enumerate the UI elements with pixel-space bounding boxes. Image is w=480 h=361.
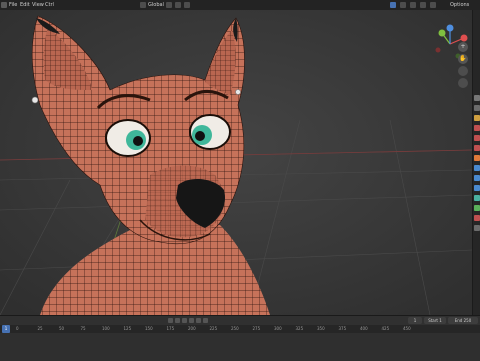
tool-tab-icon[interactable] [474,95,480,101]
ruler-tick-label: 200 [188,326,196,331]
menu-view[interactable]: View [32,0,44,10]
ruler-tick-label: 325 [295,326,304,331]
play-reverse-icon[interactable] [182,318,187,323]
3d-viewport[interactable]: + ✋ [0,10,472,315]
right-earring [235,89,241,95]
ruler-tick-label: 350 [317,326,325,331]
ruler-tick-label: 25 [37,326,43,331]
constraints-tab-icon[interactable] [474,195,480,201]
left-pupil [133,136,143,146]
prev-keyframe-icon[interactable] [175,318,180,323]
proportional-edit-icon[interactable] [184,2,190,8]
render-tab-icon[interactable] [474,105,480,111]
start-value: 1 [439,318,442,323]
data-tab-icon[interactable] [474,205,480,211]
shading-material-icon[interactable] [420,2,426,8]
gizmo-y-icon[interactable] [438,29,446,37]
ruler-tick-label: 275 [252,326,261,331]
current-frame-field[interactable]: 1 [408,317,422,324]
playhead[interactable]: 1 [2,325,10,333]
jump-end-icon[interactable] [203,318,208,323]
physics-tab-icon[interactable] [474,185,480,191]
object-tab-icon[interactable] [474,155,480,161]
ruler-tick-label: 75 [80,326,86,331]
ruler-tick-label: 0 [16,326,19,331]
ruler-tick-label: 250 [231,326,239,331]
timeline-editor: 1 Start 1 End 250 0 25 50 75 100 125 150 175 200… [0,315,480,361]
camera-view-icon[interactable] [458,66,468,76]
jump-start-icon[interactable] [168,318,173,323]
scene-render [0,10,472,315]
shading-rendered-icon[interactable] [430,2,436,8]
texture-tab-icon[interactable] [474,225,480,231]
view-layer-tab-icon[interactable] [474,125,480,131]
zoom-icon[interactable]: + [458,42,468,52]
end-value: 250 [463,318,472,323]
modifier-tab-icon[interactable] [474,165,480,171]
ruler-tick-label: 125 [123,326,132,331]
ruler-tick-label: 150 [145,326,153,331]
frame-ruler[interactable]: 0 25 50 75 100 125 150 175 200 225 250 275 300 325 350… [0,325,480,333]
transform-orientation-dropdown[interactable]: Global [148,0,164,10]
xray-icon[interactable] [400,2,406,8]
end-label: End [454,318,463,323]
overlay-icon[interactable] [390,2,396,8]
menu-edit[interactable]: Edit [20,0,30,10]
properties-tabs [472,10,480,315]
options-dropdown[interactable]: Options [450,0,469,10]
gizmo-z-icon[interactable] [446,24,454,32]
ruler-tick-label: 400 [360,326,368,331]
ruler-tick-label: 225 [209,326,218,331]
transform-orientation-icon[interactable] [140,2,146,8]
ruler-tick-label: 425 [381,326,390,331]
next-keyframe-icon[interactable] [196,318,201,323]
end-frame-field[interactable]: End 250 [448,317,478,324]
timeline-header: 1 Start 1 End 250 [0,316,480,325]
shading-solid-icon[interactable] [410,2,416,8]
menu-ctrl[interactable]: Ctrl [45,0,54,10]
ruler-tick-label: 450 [403,326,411,331]
pan-hand-icon[interactable]: ✋ [458,54,468,64]
right-pupil [195,131,205,141]
particles-tab-icon[interactable] [474,175,480,181]
left-earring [31,96,39,104]
world-tab-icon[interactable] [474,145,480,151]
ruler-tick-label: 300 [274,326,282,331]
timeline-track-area[interactable] [0,333,480,361]
menu-file[interactable]: File [9,0,17,10]
start-frame-field[interactable]: Start 1 [424,317,446,324]
gizmo-neg-x-icon[interactable] [435,47,441,53]
pivot-icon[interactable] [166,2,172,8]
ruler-tick-label: 375 [338,326,347,331]
ruler-tick-label: 100 [102,326,110,331]
editor-type-icon[interactable] [1,2,7,8]
scene-tab-icon[interactable] [474,135,480,141]
perspective-toggle-icon[interactable] [458,78,468,88]
ruler-tick-label: 50 [59,326,65,331]
snap-icon[interactable] [175,2,181,8]
output-tab-icon[interactable] [474,115,480,121]
gizmo-x-icon[interactable] [460,34,468,42]
material-tab-icon[interactable] [474,215,480,221]
play-icon[interactable] [189,318,194,323]
start-label: Start [428,318,438,323]
ruler-tick-label: 175 [166,326,175,331]
